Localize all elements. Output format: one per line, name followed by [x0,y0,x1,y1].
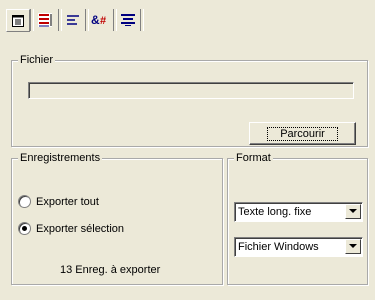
fichier-group-title: Fichier [18,53,56,67]
export-selection-label: Exporter sélection [36,222,125,235]
export-panel: & # Fichier Parcourir Enregistrements Ex… [0,0,375,300]
file-encoding-value: Fichier Windows [238,241,319,253]
dropdown-arrow-icon[interactable] [345,204,361,219]
format-type-value: Texte long. fixe [238,206,312,218]
svg-text:&: & [91,13,100,27]
export-all-radio[interactable]: Exporter tout [18,195,99,208]
export-selection-radio[interactable]: Exporter sélection [18,222,124,235]
browse-button-label: Parcourir [267,126,338,141]
toolbar-separator [140,9,144,31]
page-icon[interactable] [6,9,30,32]
dropdown-arrow-icon[interactable] [345,239,361,254]
format-type-select[interactable]: Texte long. fixe [234,202,363,222]
records-count: 13 Enreg. à exporter [60,264,161,276]
character-map-icon[interactable]: & # [89,9,111,30]
export-all-label: Exporter tout [36,195,99,208]
radio-button-checked[interactable] [18,222,31,235]
file-path-field[interactable] [28,82,354,99]
toolbar: & # [3,3,371,33]
radio-button[interactable] [18,195,31,208]
align-icon[interactable] [62,9,84,30]
svg-text:#: # [100,15,106,27]
format-group: Format Texte long. fixe Fichier Windows [227,151,368,285]
enregistrements-group: Enregistrements Exporter tout Exporter s… [11,151,223,285]
list-icon[interactable] [117,9,139,30]
fichier-group: Fichier Parcourir [11,53,368,147]
file-encoding-select[interactable]: Fichier Windows [234,237,363,257]
format-group-title: Format [234,151,273,165]
enregistrements-group-title: Enregistrements [18,151,103,165]
fields-icon[interactable] [34,9,56,30]
browse-button[interactable]: Parcourir [249,122,356,145]
